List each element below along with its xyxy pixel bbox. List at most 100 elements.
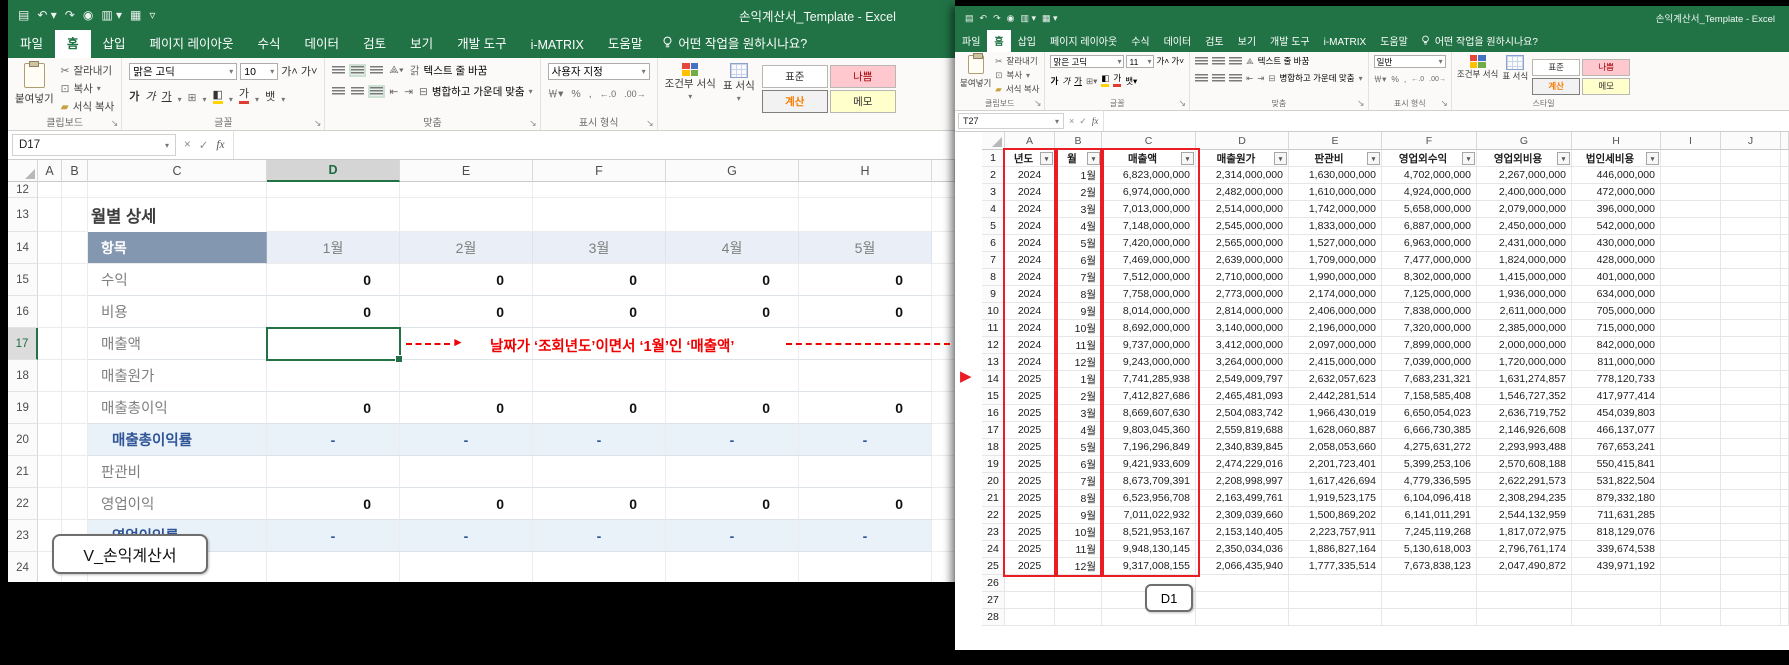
cell-E13[interactable]: 2,415,000,000	[1289, 354, 1382, 371]
tell-me-search[interactable]: 어떤 작업을 원하시나요?	[1415, 30, 1544, 52]
row-number-11[interactable]: 11	[982, 320, 1005, 337]
cell-G5[interactable]: 2,450,000,000	[1477, 218, 1572, 235]
cell-J8[interactable]	[1721, 269, 1781, 286]
cell-H4[interactable]: 396,000,000	[1572, 201, 1661, 218]
cell-J9[interactable]	[1721, 286, 1781, 303]
cell-B18[interactable]	[62, 360, 88, 392]
font-size-combo[interactable]: 10▾	[240, 63, 278, 80]
row-number-14[interactable]: 14	[8, 232, 38, 264]
cell-E9[interactable]: 2,174,000,000	[1289, 286, 1382, 303]
tab-수식[interactable]: 수식	[1124, 30, 1156, 52]
cell-F12[interactable]	[533, 182, 666, 198]
cell-H18[interactable]	[799, 360, 932, 392]
cut-button[interactable]: ✂잘라내기	[61, 63, 115, 78]
cell-E12[interactable]	[400, 182, 533, 198]
tab-i-MATRIX[interactable]: i-MATRIX	[1317, 34, 1374, 52]
filter-button-H[interactable]: ▾	[1646, 152, 1659, 165]
cancel-icon[interactable]: ×	[1069, 116, 1074, 126]
select-all-corner[interactable]	[8, 160, 38, 182]
qat-customize-icon[interactable]: ▿	[149, 8, 155, 22]
paste-values-icon[interactable]: ▥ ▾	[101, 8, 122, 22]
row-number-18[interactable]: 18	[982, 439, 1005, 456]
cell-C14[interactable]: 항목	[88, 232, 267, 264]
cell-J26[interactable]	[1721, 575, 1781, 592]
selected-cell-D17[interactable]	[266, 327, 401, 361]
cell-A22[interactable]	[38, 488, 62, 520]
cell-I1[interactable]	[1661, 150, 1721, 167]
filter-button-E[interactable]: ▾	[1367, 152, 1380, 165]
cell-J11[interactable]	[1721, 320, 1781, 337]
cell-J18[interactable]	[1721, 439, 1781, 456]
cell-I23[interactable]	[1661, 524, 1721, 541]
cell-A20[interactable]	[38, 424, 62, 456]
font-size-combo[interactable]: 11▾	[1126, 55, 1154, 68]
cell-F3[interactable]: 4,924,000,000	[1382, 184, 1477, 201]
cell-J3[interactable]	[1721, 184, 1781, 201]
cell-I22[interactable]	[1661, 507, 1721, 524]
cell-J7[interactable]	[1721, 252, 1781, 269]
cell-D2[interactable]: 2,314,000,000	[1196, 167, 1289, 184]
cell-I19[interactable]	[1661, 456, 1721, 473]
cell-A14[interactable]	[38, 232, 62, 264]
cell-D19[interactable]: 0	[267, 392, 400, 424]
cell-H13[interactable]	[799, 198, 932, 232]
tab-데이터[interactable]: 데이터	[293, 28, 352, 58]
decrease-decimal-icon[interactable]: .00→	[1429, 76, 1446, 83]
row-number-23[interactable]: 23	[8, 520, 38, 552]
cell-H20[interactable]: 531,822,504	[1572, 473, 1661, 490]
cell-D25[interactable]: 2,066,435,940	[1196, 558, 1289, 575]
cell-G16[interactable]: 2,636,719,752	[1477, 405, 1572, 422]
cell-H14[interactable]: 5월	[799, 232, 932, 264]
cell-E26[interactable]	[1289, 575, 1382, 592]
cell-J22[interactable]	[1721, 507, 1781, 524]
cell-F4[interactable]: 5,658,000,000	[1382, 201, 1477, 218]
format-as-table-button[interactable]: 표 서식	[1502, 55, 1528, 82]
row-number-14[interactable]: 14	[982, 371, 1005, 388]
cell-G22[interactable]: 0	[666, 488, 799, 520]
cell-D18[interactable]: 2,340,839,845	[1196, 439, 1289, 456]
cell-E8[interactable]: 1,990,000,000	[1289, 269, 1382, 286]
cell-J23[interactable]	[1721, 524, 1781, 541]
decrease-decimal-icon[interactable]: .00→	[624, 89, 646, 99]
cell-E3[interactable]: 1,610,000,000	[1289, 184, 1382, 201]
cell-E7[interactable]: 1,709,000,000	[1289, 252, 1382, 269]
copy-button[interactable]: ⊡복사 ▾	[995, 69, 1039, 81]
column-header-C[interactable]: C	[88, 160, 267, 182]
sheet-tab-callout[interactable]: V_손익계산서	[52, 534, 208, 574]
cell-J19[interactable]	[1721, 456, 1781, 473]
cell-F24[interactable]	[533, 552, 666, 582]
style-bad[interactable]: 나쁨	[1582, 59, 1630, 76]
row-number-19[interactable]: 19	[8, 392, 38, 424]
tab-파일[interactable]: 파일	[955, 30, 987, 52]
cell-E18[interactable]	[400, 360, 533, 392]
cell-I10[interactable]	[1661, 303, 1721, 320]
cell-H2[interactable]: 446,000,000	[1572, 167, 1661, 184]
cell-E16[interactable]: 1,966,430,019	[1289, 405, 1382, 422]
cell-F17[interactable]: 6,666,730,385	[1382, 422, 1477, 439]
format-painter-button[interactable]: ▰서식 복사	[61, 99, 115, 114]
cell-H22[interactable]: 711,631,285	[1572, 507, 1661, 524]
cell-E25[interactable]: 1,777,335,514	[1289, 558, 1382, 575]
align-bottom-icon[interactable]	[1229, 57, 1242, 66]
cell-H9[interactable]: 634,000,000	[1572, 286, 1661, 303]
column-header-J[interactable]: J	[1721, 132, 1781, 150]
cell-J4[interactable]	[1721, 201, 1781, 218]
cell-E5[interactable]: 1,833,000,000	[1289, 218, 1382, 235]
save-icon[interactable]: ▤	[18, 8, 29, 22]
cell-G28[interactable]	[1477, 609, 1572, 626]
column-header-H[interactable]: H	[799, 160, 932, 182]
font-dialog-launcher[interactable]: ↘	[314, 118, 322, 129]
cell-F18[interactable]	[533, 360, 666, 392]
tab-삽입[interactable]: 삽입	[91, 28, 138, 58]
cell-H11[interactable]: 715,000,000	[1572, 320, 1661, 337]
cell-I5[interactable]	[1661, 218, 1721, 235]
cell-I17[interactable]	[1661, 422, 1721, 439]
cell-J13[interactable]	[1721, 354, 1781, 371]
cell-F18[interactable]: 4,275,631,272	[1382, 439, 1477, 456]
cell-D14[interactable]: 1월	[267, 232, 400, 264]
cell-E27[interactable]	[1289, 592, 1382, 609]
cell-F23[interactable]: -	[533, 520, 666, 552]
cell-B19[interactable]	[62, 392, 88, 424]
tab-개발 도구[interactable]: 개발 도구	[1263, 30, 1317, 52]
cell-I16[interactable]	[1661, 405, 1721, 422]
